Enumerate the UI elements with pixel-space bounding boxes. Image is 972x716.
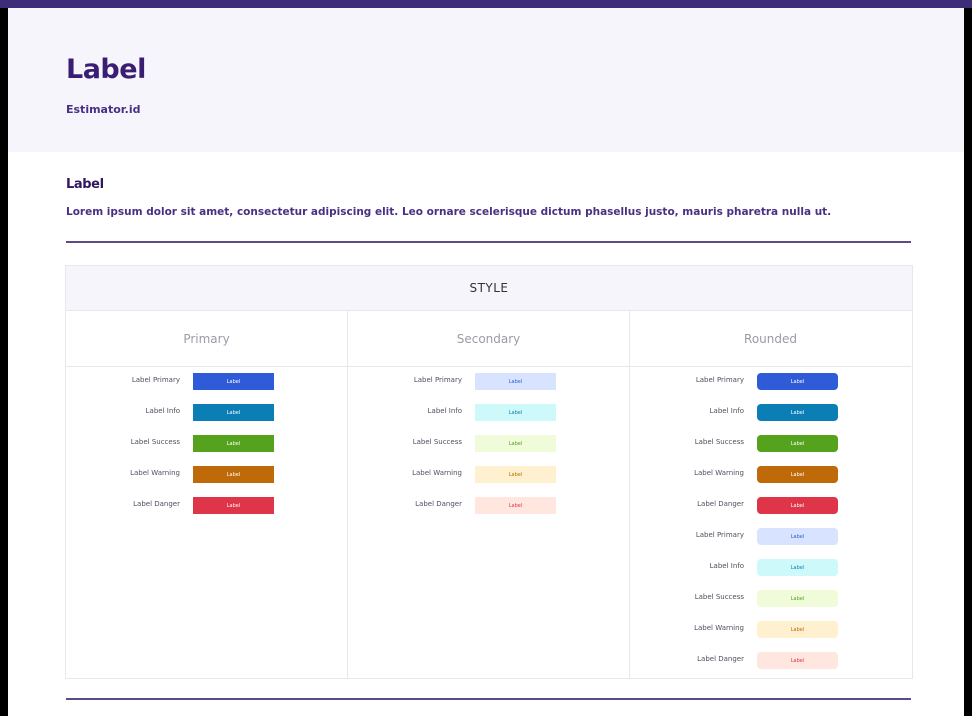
label-badge-success: Label [193,435,274,452]
left-frame [0,8,8,716]
page-header: Label Estimator.id [8,8,964,152]
page-title: Label [66,54,146,85]
rounded-row: Label Warning Label [630,621,911,639]
top-accent-bar [0,0,972,8]
rounded-column-header: Rounded [630,311,911,367]
rounded-row: Label Primary Label [630,373,911,391]
row-label: Label Warning [694,469,744,477]
label-style-table: STYLE Primary Label Primary Label Label I… [65,265,913,679]
style-header: STYLE [66,266,912,311]
secondary-column-header: Secondary [348,311,629,367]
row-label: Label Info [709,562,744,570]
label-badge-warning: Label [757,466,838,483]
secondary-column: Secondary Label Primary Label Label Info L… [348,311,630,678]
label-badge-warning: Label [193,466,274,483]
secondary-row: Label Warning Label [348,466,629,484]
row-label: Label Info [709,407,744,415]
rounded-row: Label Danger Label [630,497,911,515]
label-badge-warning: Label [757,621,838,638]
label-badge-primary: Label [475,373,556,390]
row-label: Label Info [145,407,180,415]
row-label: Label Warning [130,469,180,477]
row-label: Label Primary [413,376,462,384]
row-label: Label Success [694,438,744,446]
rounded-row: Label Info Label [630,559,911,577]
rounded-row: Label Info Label [630,404,911,422]
rounded-column: Rounded Label Primary Label Label Info Lab… [630,311,911,678]
label-badge-danger: Label [193,497,274,514]
row-label: Label Danger [697,500,744,508]
label-badge-danger: Label [475,497,556,514]
primary-row: Label Danger Label [66,497,347,515]
rounded-row: Label Success Label [630,590,911,608]
row-label: Label Success [694,593,744,601]
right-frame [964,8,972,716]
label-badge-info: Label [757,404,838,421]
primary-row: Label Primary Label [66,373,347,391]
row-label: Label Danger [133,500,180,508]
secondary-row: Label Success Label [348,435,629,453]
divider-top [66,241,911,243]
label-badge-success: Label [757,435,838,452]
rounded-row: Label Success Label [630,435,911,453]
label-badge-primary: Label [757,373,838,390]
primary-column: Primary Label Primary Label Label Info Lab… [66,311,348,678]
primary-row: Label Warning Label [66,466,347,484]
row-label: Label Info [427,407,462,415]
row-label: Label Success [130,438,180,446]
primary-row: Label Success Label [66,435,347,453]
label-badge-info: Label [757,559,838,576]
label-badge-info: Label [475,404,556,421]
rounded-row: Label Warning Label [630,466,911,484]
section-title: Label [66,177,104,192]
row-label: Label Primary [695,376,744,384]
label-badge-warning: Label [475,466,556,483]
primary-row: Label Info Label [66,404,347,422]
label-badge-success: Label [475,435,556,452]
label-badge-info: Label [193,404,274,421]
secondary-row: Label Info Label [348,404,629,422]
label-badge-success: Label [757,590,838,607]
row-label: Label Danger [415,500,462,508]
row-label: Label Primary [695,531,744,539]
label-badge-primary: Label [193,373,274,390]
divider-bottom [66,698,911,700]
row-label: Label Primary [131,376,180,384]
label-badge-danger: Label [757,652,838,669]
rounded-row: Label Primary Label [630,528,911,546]
label-badge-danger: Label [757,497,838,514]
secondary-row: Label Primary Label [348,373,629,391]
primary-column-header: Primary [66,311,347,367]
rounded-row: Label Danger Label [630,652,911,670]
page-subtitle: Estimator.id [66,103,141,116]
section-description: Lorem ipsum dolor sit amet, consectetur … [66,206,832,218]
label-badge-primary: Label [757,528,838,545]
secondary-row: Label Danger Label [348,497,629,515]
row-label: Label Warning [412,469,462,477]
row-label: Label Warning [694,624,744,632]
row-label: Label Danger [697,655,744,663]
row-label: Label Success [412,438,462,446]
